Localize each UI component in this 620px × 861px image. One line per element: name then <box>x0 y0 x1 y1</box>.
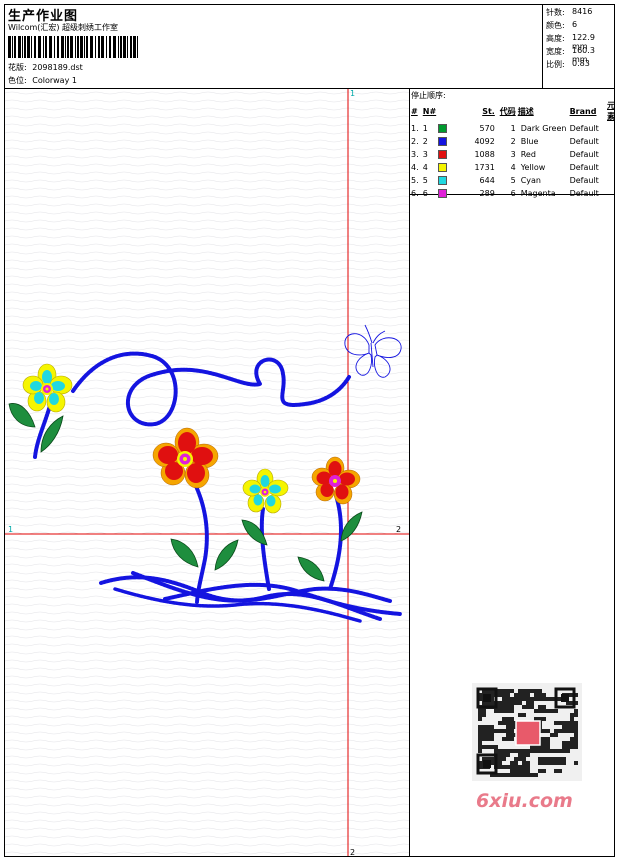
axis-label-bottom: 2 <box>350 848 356 857</box>
table-row: 2. 2 4092 2 Blue Default <box>410 135 616 148</box>
table-header-row: # N# St. 代码 描述 Brand 元素 <box>410 100 616 122</box>
row-desc: Cyan <box>520 176 541 185</box>
spec-height: 高度: 122.9 mm <box>546 33 595 51</box>
row-stitches: 644 <box>479 176 495 185</box>
col-code: 代码 <box>499 106 516 116</box>
specs-divider <box>542 4 543 88</box>
row-brand: Default <box>569 163 599 172</box>
row-stitches: 4092 <box>474 137 495 146</box>
row-num: 6. <box>411 189 419 198</box>
row-n: 5 <box>422 174 449 187</box>
row-desc: Red <box>520 150 536 159</box>
col-num: # <box>411 106 418 116</box>
row-desc: Magenta <box>520 189 556 198</box>
row-element <box>606 174 616 187</box>
table-row: 3. 3 1088 3 Red Default <box>410 148 616 161</box>
axis-label-right: 2 <box>396 525 402 534</box>
row-brand: Default <box>569 124 599 133</box>
colorway-value: Colorway 1 <box>32 76 77 85</box>
row-element <box>606 135 616 148</box>
row-element <box>606 161 616 174</box>
row-desc: Blue <box>520 137 539 146</box>
row-stitches: 570 <box>479 124 495 133</box>
row-n: 2 <box>422 135 449 148</box>
row-code: 2 <box>510 137 516 146</box>
row-n: 3 <box>422 148 449 161</box>
row-num: 3. <box>411 150 419 159</box>
colorway-row: 色位: Colorway 1 <box>8 75 77 86</box>
design-divider <box>409 88 410 857</box>
row-n: 1 <box>422 122 449 135</box>
row-n: 6 <box>422 187 449 200</box>
table-row: 1. 1 570 1 Dark Green Default <box>410 122 616 135</box>
row-code: 6 <box>510 189 516 198</box>
row-stitches: 1731 <box>474 163 495 172</box>
pattern-value: 2098189.dst <box>32 63 83 72</box>
row-num: 4. <box>411 163 419 172</box>
table-row: 4. 4 1731 4 Yellow Default <box>410 161 616 174</box>
pattern-row: 花版: 2098189.dst <box>8 62 83 73</box>
software-subtitle: Wilcom(汇宏) 超级刺绣工作室 <box>8 23 119 32</box>
row-code: 5 <box>510 176 516 185</box>
color-swatch <box>438 189 448 198</box>
row-num: 2. <box>411 137 419 146</box>
axis-label-top: 1 <box>350 89 356 98</box>
col-st: St. <box>482 106 495 116</box>
color-swatch <box>438 163 448 172</box>
row-desc: Dark Green <box>520 124 567 133</box>
spec-colors: 颜色: 6 <box>546 20 578 30</box>
stop-sequence-table: # N# St. 代码 描述 Brand 元素 1. 1 570 1 Dark Gre… <box>410 100 616 200</box>
table-row: 5. 5 644 5 Cyan Default <box>410 174 616 187</box>
watermark-text: 6xiu.com <box>476 790 573 812</box>
axis-label-left: 1 <box>8 525 14 534</box>
col-element: 元素 <box>607 101 615 121</box>
row-brand: Default <box>569 137 599 146</box>
color-swatch <box>438 137 448 146</box>
row-element <box>606 122 616 135</box>
table-row: 6. 6 289 6 Magenta Default <box>410 187 616 200</box>
color-swatch <box>438 124 448 133</box>
row-brand: Default <box>569 150 599 159</box>
row-brand: Default <box>569 176 599 185</box>
row-n: 4 <box>422 161 449 174</box>
row-stitches: 289 <box>479 189 495 198</box>
col-n: N# <box>422 106 437 116</box>
color-swatch <box>438 150 448 159</box>
row-brand: Default <box>569 189 599 198</box>
row-num: 1. <box>411 124 419 133</box>
row-stitches: 1088 <box>474 150 495 159</box>
spec-scale: 比例: 0.83 <box>546 59 590 69</box>
pattern-label: 花版: <box>8 63 27 72</box>
row-desc: Yellow <box>520 163 546 172</box>
row-code: 3 <box>510 150 516 159</box>
barcode <box>8 36 138 58</box>
col-desc: 描述 <box>517 106 534 116</box>
spec-width: 宽度: 160.3 mm <box>546 46 595 64</box>
color-swatch <box>438 176 448 185</box>
design-canvas <box>5 89 409 856</box>
row-code: 4 <box>510 163 516 172</box>
row-num: 5. <box>411 176 419 185</box>
col-brand: Brand <box>569 106 597 116</box>
colorway-label: 色位: <box>8 76 27 85</box>
row-element <box>606 148 616 161</box>
row-element <box>606 187 616 200</box>
spec-stitches: 针数: 8416 <box>546 7 593 17</box>
qr-code-icon <box>472 683 582 781</box>
row-code: 1 <box>510 124 516 133</box>
